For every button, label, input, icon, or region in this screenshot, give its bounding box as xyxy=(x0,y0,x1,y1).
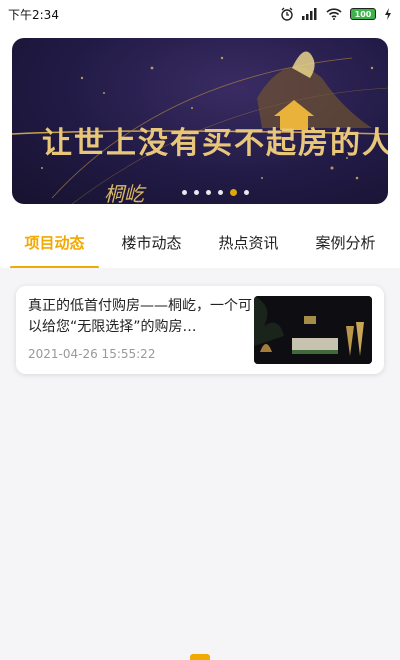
carousel-dot-active[interactable] xyxy=(229,189,237,196)
carousel-dot[interactable] xyxy=(243,190,249,195)
news-list: 真正的低首付购房——桐屹，一个可以给您“无限选择”的购房… 2021-04-26… xyxy=(0,268,400,660)
battery-icon: 100 xyxy=(350,8,376,20)
wifi-icon xyxy=(326,8,342,20)
banner-headline: 让世上没有买不起房的人 xyxy=(42,126,388,161)
tab-case-analysis[interactable]: 案例分析 xyxy=(315,222,375,268)
tab-market-news[interactable]: 楼市动态 xyxy=(121,222,181,268)
news-title: 真正的低首付购房——桐屹，一个可以给您“无限选择”的购房… xyxy=(28,298,252,335)
home-indicator xyxy=(190,654,210,660)
status-icons: 100 xyxy=(280,7,392,21)
carousel-dot[interactable] xyxy=(181,190,187,195)
status-time: 下午2:34 xyxy=(8,7,59,22)
news-thumbnail xyxy=(254,296,372,364)
signal-icon xyxy=(302,8,318,20)
carousel-dot[interactable] xyxy=(193,190,199,195)
tab-project-news[interactable]: 项目动态 xyxy=(10,222,99,269)
tab-hot-topics[interactable]: 热点资讯 xyxy=(218,222,278,268)
news-timestamp: 2021-04-26 15:55:22 xyxy=(28,347,156,361)
carousel-dot[interactable] xyxy=(217,190,223,195)
status-bar: 下午2:34 100 xyxy=(0,0,400,28)
news-card[interactable]: 真正的低首付购房——桐屹，一个可以给您“无限选择”的购房… 2021-04-26… xyxy=(16,286,384,374)
alarm-icon xyxy=(280,7,294,21)
carousel-indicator[interactable] xyxy=(12,189,388,196)
carousel-dot[interactable] xyxy=(205,190,211,195)
promo-banner[interactable]: 让世上没有买不起房的人 桐屹 xyxy=(12,38,388,204)
category-tabs: 项目动态 楼市动态 热点资讯 案例分析 xyxy=(0,222,400,269)
charging-icon xyxy=(384,8,392,20)
